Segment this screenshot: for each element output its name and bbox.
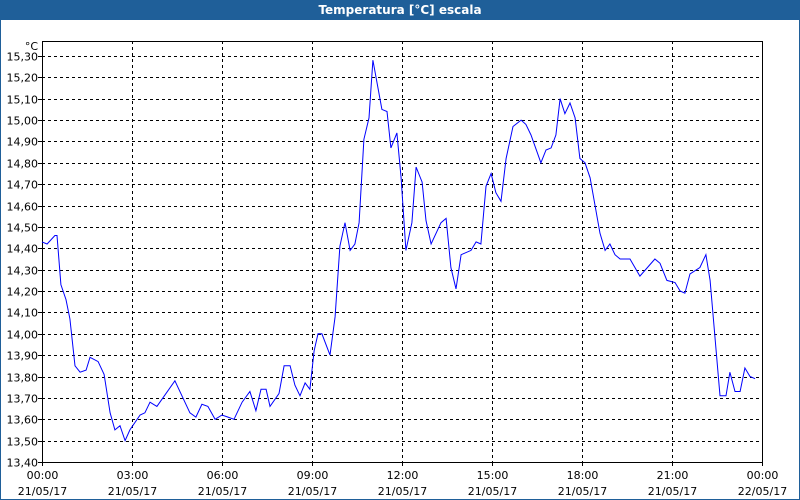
x-tick-time: 21:00: [657, 469, 689, 482]
y-tick-label: 14,80: [7, 158, 39, 171]
y-tick-label: 14,10: [7, 307, 39, 320]
y-tick-label: 14,50: [7, 222, 39, 235]
y-tick-label: 14,40: [7, 243, 39, 256]
y-tick-label: 13,50: [7, 436, 39, 449]
x-tick-date: 21/05/17: [558, 485, 607, 498]
y-tick-label: 13,40: [7, 457, 39, 470]
x-tick-date: 21/05/17: [468, 485, 517, 498]
x-tick-time: 00:00: [27, 469, 59, 482]
y-tick-label: 14,70: [7, 179, 39, 192]
y-tick-label: 14,60: [7, 201, 39, 214]
x-tick-time: 06:00: [207, 469, 239, 482]
y-tick-label: 14,90: [7, 136, 39, 149]
x-tick-date: 21/05/17: [198, 485, 247, 498]
x-tick-time: 00:00: [747, 469, 779, 482]
y-tick-label: 13,90: [7, 350, 39, 363]
y-tick-label: 15,20: [7, 72, 39, 85]
y-tick-label: 13,80: [7, 372, 39, 385]
y-tick-label: 13,60: [7, 414, 39, 427]
x-tick-time: 18:00: [567, 469, 599, 482]
series-line-temperatura: [41, 60, 756, 442]
x-tick-time: 12:00: [387, 469, 419, 482]
y-tick-label: 15,00: [7, 115, 39, 128]
y-tick-label: 15,10: [7, 94, 39, 107]
x-tick-date: 21/05/17: [18, 485, 67, 498]
y-tick-label: 14,30: [7, 265, 39, 278]
x-tick-time: 15:00: [477, 469, 509, 482]
x-tick-date: 21/05/17: [108, 485, 157, 498]
x-tick-time: 03:00: [117, 469, 149, 482]
y-tick-label: 13,70: [7, 393, 39, 406]
y-axis-unit-label: °C: [25, 40, 39, 53]
x-tick-time: 09:00: [297, 469, 329, 482]
y-tick-label: 14,00: [7, 329, 39, 342]
x-tick-date: 22/05/17: [738, 485, 787, 498]
y-tick-label: 14,20: [7, 286, 39, 299]
x-tick-date: 21/05/17: [288, 485, 337, 498]
x-tick-date: 21/05/17: [378, 485, 427, 498]
temperature-chart: 13,40 13,50 13,60 13,70 13,80 13,90 14,00 14,10…: [7, 40, 788, 498]
x-tick-date: 21/05/17: [648, 485, 697, 498]
